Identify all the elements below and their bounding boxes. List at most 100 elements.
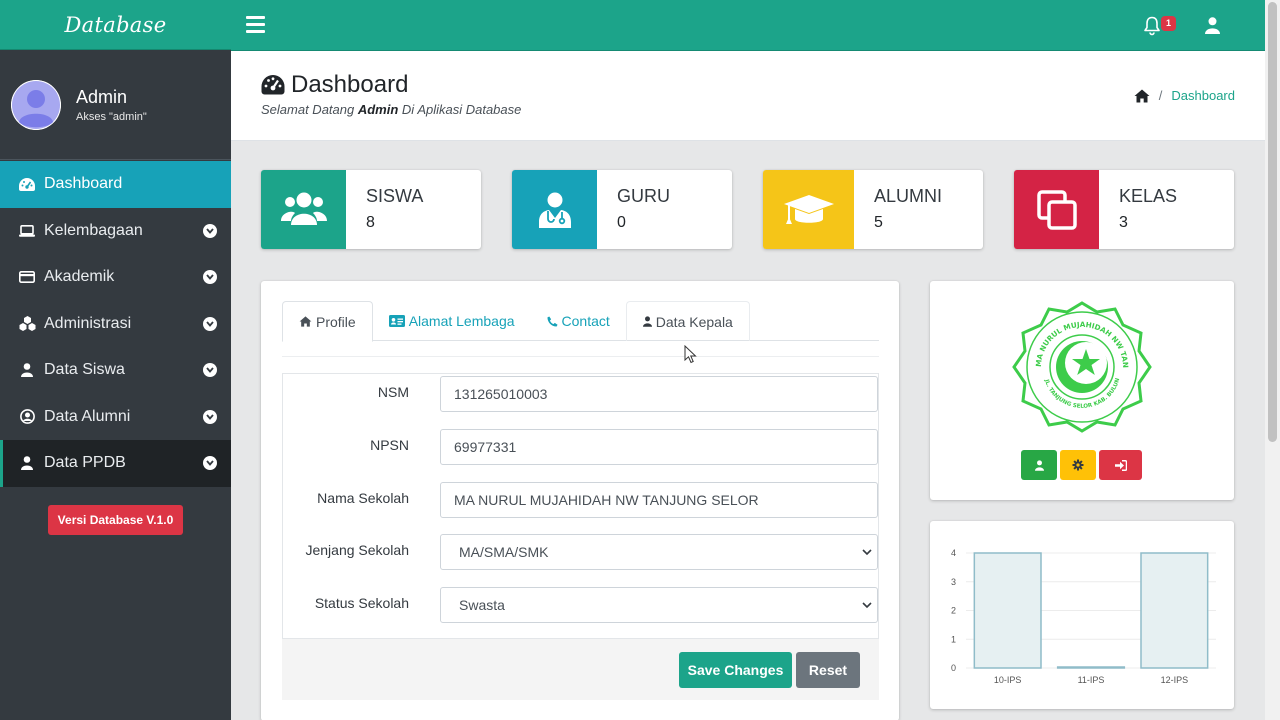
status-sekolah-select[interactable]: Swasta (440, 587, 878, 623)
home-icon (299, 316, 312, 327)
stat-box-siswa[interactable]: SISWA 8 (261, 170, 481, 249)
tab-data-kepala[interactable]: Data Kepala (625, 301, 750, 341)
nsm-label: NSM (377, 384, 409, 400)
form-row-jenjang-sekolah: Jenjang Sekolah MA/SMA/SMK (283, 534, 880, 570)
brand-title: Database (64, 12, 167, 37)
school-logo: MA NURUL MUJAHIDAH NW TANJUNG SELOR JL. … (1011, 300, 1152, 433)
status-sekolah-value: Swasta (459, 597, 505, 613)
jenjang-sekolah-select[interactable]: MA/SMA/SMK (440, 534, 878, 570)
nama-sekolah-label: Nama Sekolah (317, 490, 409, 506)
sidebar-item-data-ppdb[interactable]: Data PPDB (0, 440, 231, 487)
welcome-subtitle: Selamat Datang Admin Di Aplikasi Databas… (261, 102, 522, 117)
npsn-input[interactable]: 69977331 (440, 429, 878, 465)
y-tick-label: 2 (951, 606, 956, 616)
x-tick-label: 10-IPS (994, 675, 1022, 685)
phone-icon (546, 315, 558, 327)
breadcrumb-current[interactable]: Dashboard (1171, 88, 1235, 103)
tachometer-icon (261, 75, 285, 95)
sidebar-item-label: Data Siswa (44, 361, 125, 379)
bar-10-IPS (973, 552, 1042, 669)
sidebar-item-akademik[interactable]: Akademik (0, 254, 231, 301)
stat-value: 8 (366, 214, 375, 231)
settings-button[interactable] (1060, 450, 1096, 480)
y-tick-label: 0 (951, 663, 956, 673)
page-title-text: Dashboard (291, 71, 409, 98)
cubes-icon (18, 316, 36, 332)
form-footer: Save Changes Reset (282, 638, 879, 700)
school-logo-card: MA NURUL MUJAHIDAH NW TANJUNG SELOR JL. … (930, 281, 1234, 500)
user-role: Akses "admin" (76, 111, 147, 123)
stat-box-alumni[interactable]: ALUMNI 5 (763, 170, 983, 249)
sidebar-item-label: Administrasi (44, 314, 132, 332)
sidebar-item-kelembagaan[interactable]: Kelembagaan (0, 208, 231, 255)
sidebar-item-data-alumni[interactable]: Data Alumni (0, 394, 231, 441)
y-tick-label: 4 (951, 548, 956, 558)
stat-box-kelas[interactable]: KELAS 3 (1014, 170, 1234, 249)
sidebar-item-label: Dashboard (44, 175, 123, 193)
y-tick-label: 1 (951, 634, 956, 644)
user-panel: Admin Akses "admin" (0, 50, 231, 160)
stat-value: 5 (874, 214, 883, 231)
x-tick-label: 12-IPS (1161, 675, 1189, 685)
content-header: Dashboard Selamat Datang Admin Di Aplika… (231, 51, 1265, 141)
tab-contact[interactable]: Contact (531, 301, 626, 341)
profile-user-button[interactable] (1021, 450, 1057, 480)
sign-in-button[interactable] (1099, 450, 1142, 480)
jenjang-sekolah-value: MA/SMA/SMK (459, 544, 549, 560)
notification-badge: 1 (1161, 16, 1176, 31)
jenjang-sekolah-label: Jenjang Sekolah (305, 542, 409, 558)
user-icon (18, 455, 36, 471)
avatar[interactable] (11, 79, 61, 130)
tab-alamat-lembaga[interactable]: Alamat Lembaga (373, 301, 531, 341)
stat-label: ALUMNI (874, 186, 943, 206)
profile-tabs: Profile Alamat Lembaga Contact Data Kepa… (282, 301, 879, 342)
breadcrumb: / Dashboard (1134, 88, 1235, 103)
chevron-down-icon (203, 270, 217, 285)
sidebar: Database Admin Akses "admin" Dashboard K… (0, 0, 231, 720)
gear-icon (1072, 459, 1084, 471)
kelas-bar-chart: 0 1 2 3 4 10-IPS 11-IPS 12-IPS (951, 548, 1216, 685)
kelas-chart-card: 0 1 2 3 4 10-IPS 11-IPS 12-IPS (930, 521, 1234, 709)
reset-button[interactable]: Reset (796, 652, 860, 688)
nsm-input[interactable]: 131265010003 (440, 376, 878, 412)
stat-label: GURU (617, 186, 670, 206)
user-name: Admin (76, 87, 128, 107)
user-circle-icon (18, 409, 36, 425)
top-navbar: 1 (231, 0, 1265, 51)
sidebar-item-data-siswa[interactable]: Data Siswa (0, 347, 231, 394)
mouse-cursor-icon (684, 345, 697, 364)
user-icon[interactable] (1205, 17, 1220, 34)
stat-value: 0 (617, 214, 626, 231)
profile-form: NSM 131265010003 NPSN 69977331 Nama Seko… (282, 373, 879, 638)
laptop-icon (18, 223, 36, 239)
chevron-down-icon (203, 223, 217, 238)
nama-sekolah-input[interactable]: MA NURUL MUJAHIDAH NW TANJUNG SELOR (440, 482, 878, 518)
form-row-nsm: NSM 131265010003 (283, 376, 880, 412)
hamburger-menu-icon[interactable] (246, 16, 265, 34)
page-title: Dashboard (261, 71, 408, 99)
save-changes-button[interactable]: Save Changes (679, 652, 792, 688)
stat-label: KELAS (1119, 186, 1178, 206)
stat-box-guru[interactable]: GURU 0 (512, 170, 732, 249)
version-badge[interactable]: Versi Database V.1.0 (47, 504, 184, 535)
user-icon (1034, 459, 1044, 471)
brand-logo[interactable]: Database (0, 0, 231, 50)
bar-11-IPS (1056, 666, 1126, 669)
bar-12-IPS (1140, 552, 1209, 669)
sidebar-item-dashboard[interactable]: Dashboard (0, 161, 231, 208)
sign-in-icon (1114, 459, 1127, 471)
tab-profile[interactable]: Profile (282, 301, 373, 342)
graduation-cap-icon (763, 170, 854, 249)
tab-label: Contact (561, 313, 610, 329)
chevron-down-icon (203, 316, 217, 331)
sidebar-item-administrasi[interactable]: Administrasi (0, 301, 231, 348)
home-icon[interactable] (1134, 89, 1150, 103)
sidebar-item-label: Data Alumni (44, 407, 131, 425)
tachometer-icon (18, 176, 36, 192)
divider (282, 356, 879, 357)
bell-icon[interactable] (1143, 16, 1161, 36)
user-md-icon (512, 170, 597, 249)
chevron-down-icon (203, 363, 217, 378)
page-scrollbar[interactable] (1265, 0, 1280, 720)
chevron-down-icon (203, 456, 217, 471)
